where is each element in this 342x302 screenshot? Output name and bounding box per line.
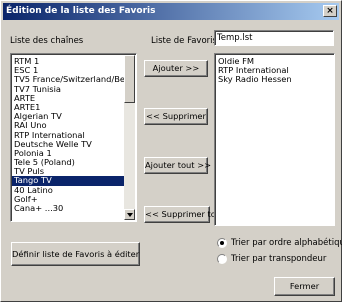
channel-list-item[interactable]: Algerian TV bbox=[12, 112, 125, 121]
define-favorites-button[interactable]: Définir liste de Favoris à éditer bbox=[11, 242, 140, 266]
chevron-down-icon bbox=[127, 213, 133, 217]
close-button[interactable]: Fermer bbox=[274, 277, 335, 296]
channel-list-item[interactable]: Tele 5 (Poland) bbox=[12, 158, 125, 167]
favorite-list-item[interactable]: Sky Radio Hessen bbox=[216, 75, 333, 84]
favorites-file-value: Temp.lst bbox=[217, 33, 253, 43]
sort-alphabetical-radio[interactable] bbox=[217, 238, 227, 248]
channel-list-item[interactable]: Deutsche Welle TV bbox=[12, 140, 125, 149]
remove-button[interactable]: << Supprimer bbox=[144, 108, 208, 125]
favorite-list-item[interactable]: Oldie FM bbox=[216, 57, 333, 66]
favorites-file-field[interactable]: Temp.lst bbox=[214, 30, 334, 46]
channel-list-item[interactable]: ESC 1 bbox=[12, 66, 125, 75]
close-icon[interactable]: × bbox=[323, 5, 337, 17]
scrollbar-thumb[interactable] bbox=[124, 55, 135, 103]
title-bar: Édition de la liste des Favoris × bbox=[3, 3, 339, 20]
window-title: Édition de la liste des Favoris bbox=[6, 6, 156, 16]
channels-label: Liste des chaînes bbox=[10, 36, 84, 46]
channel-list-item[interactable]: Tango TV bbox=[12, 176, 125, 186]
channel-list-item[interactable]: Cana+ ...30 bbox=[12, 204, 125, 213]
channel-list-item[interactable]: TV5 France/Switzerland/Bel2 bbox=[12, 75, 125, 84]
favorite-list-item[interactable]: RTP International bbox=[216, 66, 333, 75]
remove-all-button[interactable]: << Supprimer tout bbox=[144, 206, 224, 223]
channel-list-item[interactable]: RTP International bbox=[12, 131, 125, 140]
favorites-list[interactable]: Oldie FM RTP International Sky Radio Hesse… bbox=[214, 53, 335, 226]
sort-alphabetical-label[interactable]: Trier par ordre alphabétique bbox=[231, 238, 342, 248]
add-all-button[interactable]: Ajouter tout >> bbox=[144, 157, 211, 174]
favorites-dialog: Édition de la liste des Favoris × Liste … bbox=[0, 0, 342, 302]
channel-list-item[interactable]: TV7 Tunisia bbox=[12, 85, 125, 94]
radio-selected-dot bbox=[220, 241, 224, 245]
scroll-down-button[interactable] bbox=[124, 209, 135, 220]
sort-transponder-label[interactable]: Trier par transpondeur bbox=[231, 254, 326, 264]
sort-transponder-radio[interactable] bbox=[217, 254, 227, 264]
channel-list-item[interactable]: ARTE1 bbox=[12, 103, 125, 112]
channel-list-scrollbar[interactable] bbox=[124, 55, 135, 220]
channel-list-item[interactable]: TV Puls bbox=[12, 167, 125, 176]
channel-list-item[interactable]: Polonia 1 bbox=[12, 149, 125, 158]
channel-list-item[interactable]: RAI Uno bbox=[12, 121, 125, 130]
add-button[interactable]: Ajouter >> bbox=[144, 60, 208, 77]
channel-list-item[interactable]: Golf+ bbox=[12, 195, 125, 204]
channel-list-item[interactable]: RTM 1 bbox=[12, 57, 125, 66]
channel-list[interactable]: RTM 1 ESC 1 TV5 France/Switzerland/Bel2 TV7… bbox=[10, 53, 137, 222]
channel-list-item[interactable]: 40 Latino bbox=[12, 186, 125, 195]
channel-list-item[interactable]: ARTE bbox=[12, 94, 125, 103]
